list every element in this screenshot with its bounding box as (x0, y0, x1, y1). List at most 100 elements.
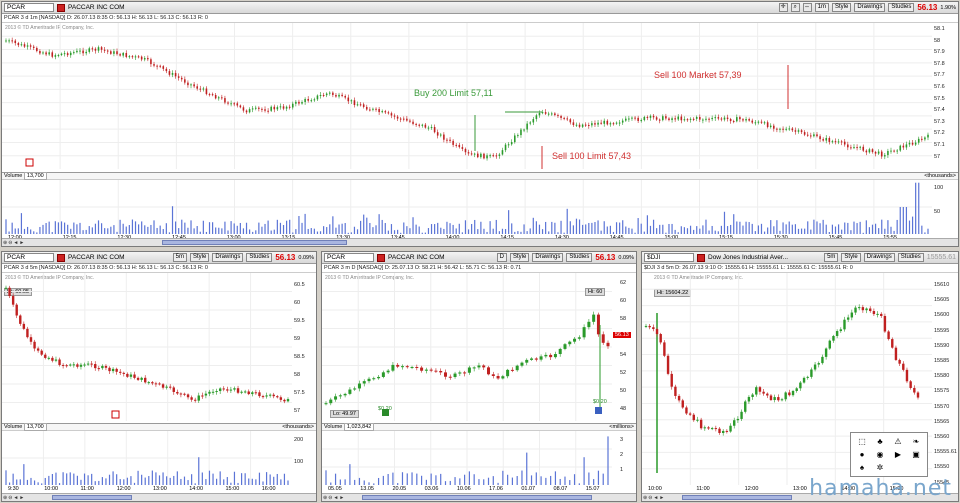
period-button[interactable]: D (496, 253, 507, 262)
period-button[interactable]: 1m (814, 3, 829, 12)
style-button[interactable]: Style (189, 253, 210, 262)
studies-button[interactable]: Studies (566, 253, 593, 262)
volume-bar (208, 222, 211, 234)
left-volume-plot[interactable] (2, 431, 292, 485)
candle-body (467, 367, 471, 373)
drop-icon[interactable]: ● (855, 450, 869, 459)
volume-bar (147, 226, 149, 234)
period-button[interactable]: 5m (824, 253, 839, 262)
volume-bar (551, 221, 553, 234)
tree-icon[interactable]: ♣ (873, 437, 887, 446)
cursor-icon[interactable]: ⬚ (855, 437, 869, 446)
flag-icon[interactable] (697, 253, 705, 262)
studies-button[interactable]: Studies (246, 253, 273, 262)
flag-icon[interactable] (57, 253, 65, 262)
drawings-button[interactable]: Drawings (212, 253, 244, 262)
style-button[interactable]: Style (509, 253, 530, 262)
candle-body (822, 139, 824, 141)
candle-body (116, 51, 118, 55)
candle-body (799, 382, 802, 389)
scroll-thumb[interactable] (362, 495, 592, 500)
symbol-input[interactable]: PCAR (324, 253, 374, 262)
candle-body (520, 129, 522, 136)
top-scrollbar[interactable]: ⊕⊖◄► (2, 238, 958, 246)
candle-body (14, 40, 17, 44)
zoom-icon[interactable]: ⌕ (790, 3, 800, 12)
mid-scrollbar[interactable]: ⊕⊖◄► (322, 493, 636, 501)
volume-bar (550, 475, 552, 485)
flag-icon[interactable] (377, 253, 385, 262)
volume-bar (582, 224, 584, 234)
volume-bar (73, 222, 75, 234)
candle-body (190, 397, 193, 400)
symbol-input[interactable]: $DJI (644, 253, 694, 262)
scroll-zoom-buttons[interactable]: ⊕⊖◄► (3, 495, 25, 501)
studies-button[interactable]: Studies (897, 253, 924, 262)
candle-body (427, 127, 430, 129)
symbol-input[interactable]: PCAR (4, 3, 54, 12)
candle-body (421, 124, 424, 126)
volume-bar (148, 476, 150, 485)
style-button[interactable]: Style (831, 3, 852, 12)
candle-body (525, 359, 529, 363)
flag-icon[interactable] (57, 3, 65, 12)
volume-bar (464, 220, 467, 234)
drawings-button[interactable]: Drawings (532, 253, 564, 262)
period-button[interactable]: 5m (172, 253, 187, 262)
candle-body (458, 144, 461, 148)
candle-body (254, 107, 257, 109)
axis-tick-label: 57.2 (934, 130, 945, 137)
scroll-thumb[interactable] (682, 495, 792, 500)
candle-body (154, 383, 158, 385)
studies-button[interactable]: Studies (888, 3, 915, 12)
volume-bar (745, 221, 747, 234)
pan-icon[interactable]: ⇔ (802, 3, 812, 12)
axis-tick-label: 15605 (934, 297, 950, 304)
drawings-button[interactable]: Drawings (854, 3, 886, 12)
monitor-icon[interactable]: ▣ (909, 450, 923, 459)
left-price-plot[interactable] (2, 273, 292, 421)
globe-icon[interactable]: ◉ (873, 450, 887, 459)
symbol-input[interactable]: PCAR (4, 253, 54, 262)
candle-body (766, 393, 769, 396)
scroll-thumb[interactable] (52, 495, 132, 500)
volume-bar (680, 226, 682, 234)
bell-icon[interactable]: ♠ (855, 463, 869, 472)
play-icon[interactable]: ▶ (891, 450, 905, 459)
scroll-zoom-buttons[interactable]: ⊕⊖◄► (643, 495, 665, 501)
axis-tick-label: 60 (294, 300, 301, 306)
gear-icon[interactable]: ✲ (873, 463, 887, 472)
volume-bar (166, 476, 168, 485)
drawings-button[interactable]: Drawings (863, 253, 895, 262)
mid-volume-plot[interactable] (322, 431, 612, 485)
volume-bar (276, 219, 278, 234)
scroll-zoom-buttons[interactable]: ⊕⊖◄► (3, 240, 25, 246)
candle-body (353, 100, 356, 106)
volume-bar (607, 436, 609, 485)
candle-body (711, 117, 713, 120)
right-chart-panel: $DJI Dow Jones Industrial Aver... 5m Sty… (641, 251, 959, 502)
volume-bar (184, 222, 186, 234)
volume-bar (540, 476, 542, 485)
candle-body (245, 110, 248, 113)
volume-bar (538, 224, 541, 234)
candle-body (810, 135, 812, 137)
scroll-thumb[interactable] (162, 240, 347, 245)
warning-icon[interactable]: ⚠ (891, 437, 905, 446)
crosshair-icon[interactable]: ✛ (778, 3, 788, 12)
candle-body (773, 397, 776, 400)
style-button[interactable]: Style (841, 253, 861, 262)
top-volume-plot[interactable] (2, 180, 932, 234)
mid-price-plot[interactable] (322, 273, 612, 421)
axis-tick-label: 57.1 (934, 142, 945, 148)
last-price: 56.13 (275, 253, 296, 262)
candle-body (283, 399, 286, 402)
volume-bar (126, 477, 128, 485)
candle-body (282, 106, 285, 109)
left-scrollbar[interactable]: ⊕⊖◄► (2, 493, 316, 501)
candle-body (233, 103, 235, 105)
scroll-zoom-buttons[interactable]: ⊕⊖◄► (323, 495, 345, 501)
candle-body (671, 118, 673, 121)
leaf-icon[interactable]: ❧ (909, 437, 923, 446)
volume-bar (173, 475, 175, 485)
